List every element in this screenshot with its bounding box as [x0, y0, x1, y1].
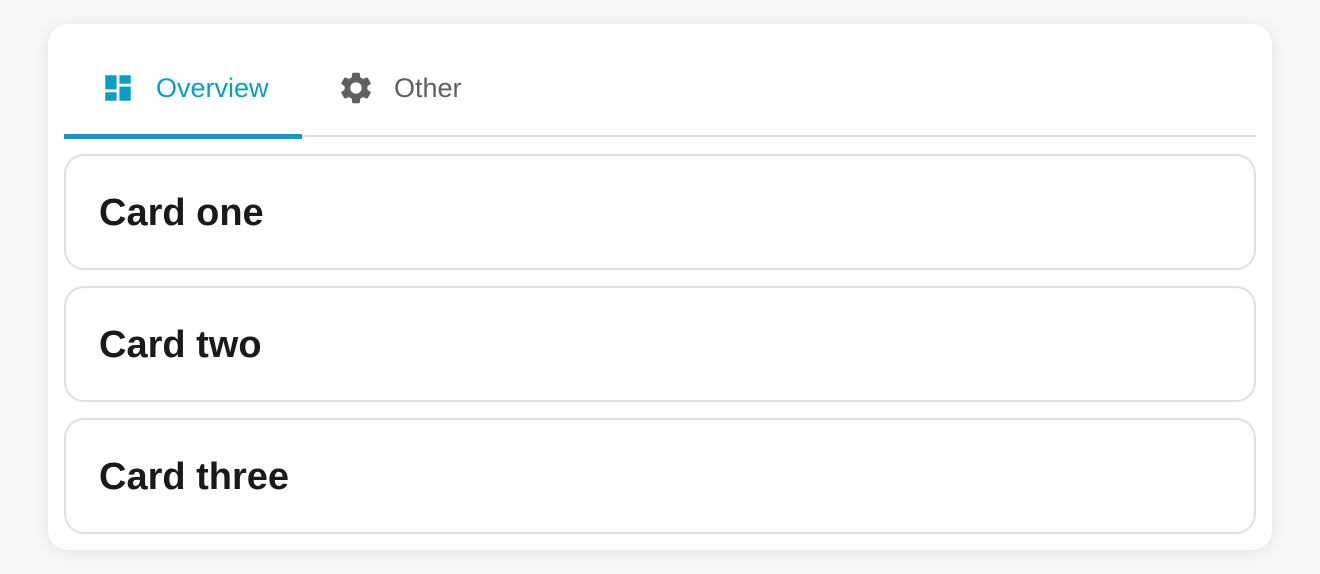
tab-overview-label: Overview: [156, 73, 269, 103]
card-three: Card three: [64, 418, 1256, 534]
card-one: Card one: [64, 154, 1256, 270]
card-title: Card two: [99, 324, 262, 366]
tab-panel: Overview Other Card one Card two Card th…: [48, 24, 1272, 550]
active-tab-indicator: [64, 134, 302, 139]
card-two: Card two: [64, 286, 1256, 402]
dashboard-icon: [99, 69, 137, 107]
card-title: Card three: [99, 456, 290, 498]
gear-icon: [337, 69, 375, 107]
tab-bar: Overview Other: [64, 64, 1256, 139]
tab-other-label: Other: [394, 73, 462, 103]
tab-other[interactable]: Other: [302, 64, 492, 137]
tab-overview[interactable]: Overview: [64, 64, 302, 139]
card-title: Card one: [99, 192, 264, 234]
